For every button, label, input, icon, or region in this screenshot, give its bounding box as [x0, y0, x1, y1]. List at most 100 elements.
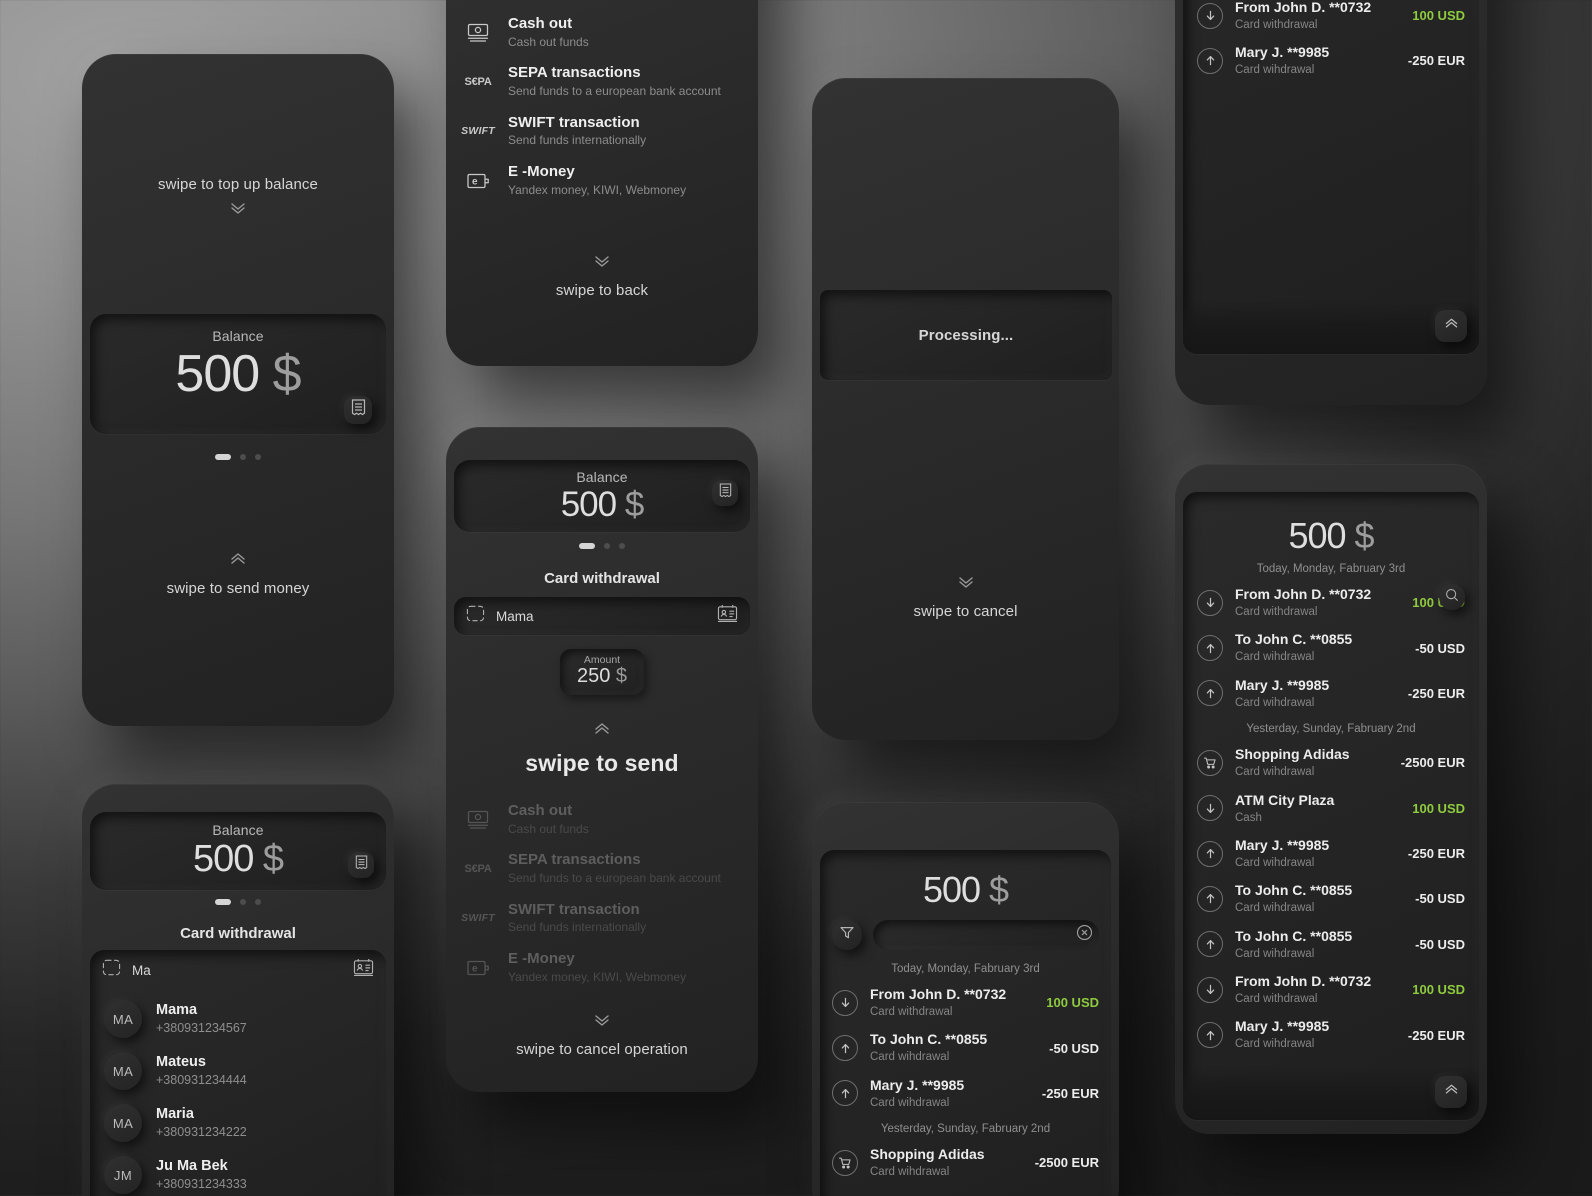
history-top-panel: Yesterday, Sunday, Fabruary 2ndShopping …	[1183, 0, 1479, 354]
tx-amount: -250 EUR	[1407, 53, 1465, 69]
swipe-cancel-label[interactable]: swipe to cancel	[812, 575, 1119, 620]
list-item[interactable]: JM Ju Ma Bek +380931234333	[104, 1149, 372, 1196]
scroll-to-top-button[interactable]	[1435, 310, 1467, 342]
table-row[interactable]: From John D. **0732 Card withdrawal 100 US…	[832, 980, 1099, 1025]
table-row[interactable]: To John C. **0855 Card wihdrawal -50 USD	[1197, 922, 1465, 967]
filter-button[interactable]	[832, 920, 862, 950]
table-row[interactable]: ATM City Plaza Cash 100 USD	[1197, 786, 1465, 831]
table-row[interactable]: Mary J. **9985 Card wihdrawal -250 EUR	[1197, 831, 1465, 876]
table-row[interactable]: Shopping Adidas Card wihdrawal -2500 EUR	[832, 1140, 1099, 1185]
contact-search-row[interactable]: Ma	[90, 950, 386, 990]
tx-details: To John C. **0855 Card wihdrawal	[1235, 928, 1403, 961]
arrow-down-icon	[1197, 2, 1223, 29]
dot-active[interactable]	[579, 543, 595, 549]
contact-card-icon[interactable]	[717, 604, 738, 628]
recipient-row[interactable]: Mama	[454, 597, 750, 635]
table-row[interactable]: To John C. **0855 Card wihdrawal -50 USD	[1197, 625, 1465, 670]
dot[interactable]	[604, 543, 610, 549]
table-row[interactable]: From John D. **0732 Card withdrawal 100 US…	[1197, 580, 1465, 625]
scan-frame-icon[interactable]	[466, 605, 485, 627]
menu-item-3[interactable]: e E -Money Yandex money, KIWI, Webmoney	[464, 943, 742, 992]
table-row[interactable]: Mary J. **9985 Card wihdrawal -250 EUR	[1197, 671, 1465, 716]
swipe-send-label[interactable]: swipe to send	[446, 722, 758, 777]
receipt-button[interactable]	[344, 396, 372, 424]
tx-details: Mary J. **9985 Card wihdrawal	[870, 1077, 1030, 1110]
dot[interactable]	[240, 454, 246, 460]
scan-frame-icon[interactable]	[102, 959, 121, 981]
menu-item-0[interactable]: Cash out Cash out funds	[464, 795, 742, 844]
contact-details: Mama +380931234567	[156, 1002, 247, 1037]
contact-search-input[interactable]: Ma	[132, 963, 151, 978]
receipt-button[interactable]	[712, 480, 738, 506]
history-full-list[interactable]: Today, Monday, Fabruary 3rd From John D. …	[1183, 554, 1479, 1058]
card-pagination-dots[interactable]	[446, 543, 758, 549]
balance-card[interactable]: Balance 500 $	[90, 314, 386, 434]
dot[interactable]	[255, 899, 261, 905]
menu-item-text: SEPA transactions Send funds to a europea…	[508, 64, 721, 99]
search-button[interactable]	[1439, 584, 1465, 610]
tx-title: From John D. **0732	[870, 986, 1007, 1002]
dot-active[interactable]	[215, 454, 231, 460]
menu-item-3[interactable]: e E -Money Yandex money, KIWI, Webmoney	[464, 156, 742, 205]
menu-item-2[interactable]: SWIFT SWIFT transaction Send funds interna…	[461, 107, 742, 156]
table-row[interactable]: From John D. **0732 Card withdrawal 100 US…	[1197, 0, 1465, 38]
list-item[interactable]: MA Mateus +380931234444	[104, 1045, 372, 1097]
send-screen: Balance 500 $ Card withdrawal Mama Amoun…	[446, 427, 758, 1092]
history-search-row[interactable]	[820, 920, 1111, 950]
tx-amount: -250 EUR	[1407, 846, 1465, 862]
dot[interactable]	[240, 899, 246, 905]
swipe-cancel-operation-label[interactable]: swipe to cancel operation	[446, 1013, 758, 1058]
amount-currency: $	[615, 665, 628, 687]
menu-item-1[interactable]: S€PA SEPA transactions Send funds to a eur…	[464, 57, 742, 106]
table-row[interactable]: Mary J. **9985 Card wihdrawal -250 EUR	[1197, 38, 1465, 83]
menu-item-0[interactable]: Cash out Cash out funds	[464, 8, 742, 57]
list-item[interactable]: MA Mama +380931234567	[104, 993, 372, 1045]
table-row[interactable]: From John D. **0732 Card withdrawal 100 US…	[1197, 967, 1465, 1012]
amount-field[interactable]: Amount 250 $	[560, 649, 644, 695]
swipe-send-money-label[interactable]: swipe to send money	[82, 552, 394, 597]
tx-amount: -250 EUR	[1041, 1085, 1099, 1101]
receipt-icon	[355, 855, 368, 875]
transfer-menu-list[interactable]: Cash out Cash out funds S€PA SEPA transacti…	[461, 8, 742, 205]
menu-item-1[interactable]: S€PA SEPA transactions Send funds to a eur…	[464, 844, 742, 893]
tx-date-header: Today, Monday, Fabruary 3rd	[891, 963, 1040, 975]
list-item[interactable]: MA Maria +380931234222	[104, 1097, 372, 1149]
recipient-field[interactable]: Mama	[454, 597, 750, 635]
receipt-icon	[351, 399, 366, 421]
swipe-back-label[interactable]: swipe to back	[446, 254, 758, 299]
emoney-icon: e	[464, 168, 492, 194]
transfer-menu-screen: Cash out Cash out funds S€PA SEPA transacti…	[446, 0, 758, 366]
table-row[interactable]: To John C. **0855 Card wihdrawal -50 USD	[1197, 876, 1465, 921]
card-pagination-dots[interactable]	[82, 899, 394, 905]
tx-subtitle: Card wihdrawal	[870, 1166, 950, 1179]
cart-icon	[832, 1149, 858, 1176]
contacts-list[interactable]: MA Mama +380931234567 MA Mateus +380931234444…	[90, 990, 386, 1196]
table-row[interactable]: Shopping Adidas Card wihdrawal -2500 EUR	[1197, 740, 1465, 785]
phone-history-full: 500 $ Today, Monday, Fabruary 3rd From Jo…	[1175, 464, 1487, 1134]
menu-item-2[interactable]: SWIFT SWIFT transaction Send funds interna…	[461, 894, 742, 943]
close-circle-icon[interactable]	[1076, 924, 1093, 946]
phone-home: swipe to top up balance Balance 500 $ sw…	[82, 54, 394, 726]
balance-card[interactable]: Balance 500 $	[454, 460, 750, 532]
table-row[interactable]: Mary J. **9985 Card wihdrawal -250 EUR	[1197, 1012, 1465, 1057]
tx-amount: 100 USD	[1412, 8, 1465, 24]
tx-details: Shopping Adidas Card wihdrawal	[1235, 746, 1389, 779]
search-input[interactable]	[873, 920, 1099, 950]
history-search-list[interactable]: Today, Monday, Fabruary 3rd From John D. …	[820, 950, 1111, 1186]
dot[interactable]	[619, 543, 625, 549]
scroll-to-top-button[interactable]	[1435, 1076, 1467, 1108]
receipt-button[interactable]	[348, 852, 374, 878]
tx-date-header: Yesterday, Sunday, Fabruary 2nd	[880, 1123, 1051, 1136]
card-pagination-dots[interactable]	[82, 454, 394, 460]
history-top-list[interactable]: Yesterday, Sunday, Fabruary 2ndShopping …	[1183, 0, 1479, 84]
dot-active[interactable]	[215, 899, 231, 905]
swipe-top-up-label[interactable]: swipe to top up balance	[82, 176, 394, 219]
recipient-input[interactable]: Mama	[496, 609, 534, 624]
table-row[interactable]: To John C. **0855 Card wihdrawal -50 USD	[832, 1025, 1099, 1070]
contact-card-icon[interactable]	[353, 958, 374, 982]
balance-card[interactable]: Balance 500 $	[90, 812, 386, 890]
send-transfer-menu-list[interactable]: Cash out Cash out funds S€PA SEPA transacti…	[461, 795, 742, 992]
tx-title: Mary J. **9985	[1235, 836, 1330, 853]
dot[interactable]	[255, 454, 261, 460]
table-row[interactable]: Mary J. **9985 Card wihdrawal -250 EUR	[832, 1071, 1099, 1116]
